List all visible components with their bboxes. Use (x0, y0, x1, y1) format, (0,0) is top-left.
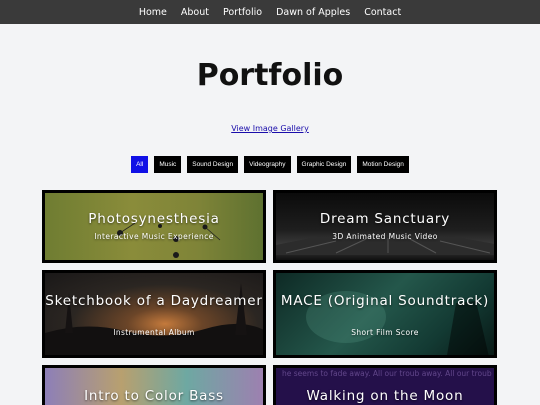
top-navbar: Home About Portfolio Dawn of Apples Cont… (0, 0, 540, 24)
filter-all-button[interactable]: All (131, 156, 149, 173)
project-card-intro-to-color-bass[interactable]: Intro to Color Bass (42, 365, 266, 405)
card-background-art (117, 222, 221, 258)
page-title: Portfolio (196, 58, 344, 93)
category-filter-bar: All Music Sound Design Videography Graph… (0, 156, 540, 173)
card-thumbnail (276, 273, 494, 355)
filter-videography-button[interactable]: Videography (244, 156, 291, 173)
card-subtitle: Short Film Score (351, 328, 419, 337)
card-background-art (276, 235, 494, 255)
card-title: Intro to Color Bass (84, 388, 224, 404)
card-title: Walking on the Moon (306, 388, 464, 404)
filter-motion-design-button[interactable]: Motion Design (357, 156, 409, 173)
card-thumbnail (45, 273, 263, 355)
card-subtitle: 3D Animated Music Video (332, 232, 438, 241)
nav-link-dawn-of-apples[interactable]: Dawn of Apples (276, 7, 350, 18)
project-card-sketchbook-of-a-daydreamer[interactable]: Sketchbook of a Daydreamer Instrumental … (42, 270, 266, 358)
project-card-dream-sanctuary[interactable]: Dream Sanctuary 3D Animated Music Video (273, 190, 497, 263)
view-image-gallery-link[interactable]: View Image Gallery (0, 124, 540, 133)
filter-sound-design-button[interactable]: Sound Design (187, 156, 239, 173)
card-background-lyrics: he seems to fade away. All our troub awa… (282, 369, 492, 378)
nav-link-about[interactable]: About (181, 7, 209, 18)
card-title: Sketchbook of a Daydreamer (45, 293, 263, 309)
project-card-walking-on-the-moon[interactable]: he seems to fade away. All our troub awa… (273, 365, 497, 405)
card-title: MACE (Original Soundtrack) (280, 293, 490, 309)
nav-link-portfolio[interactable]: Portfolio (223, 7, 262, 18)
nav-link-home[interactable]: Home (139, 7, 167, 18)
card-subtitle: Instrumental Album (113, 328, 195, 337)
card-title: Photosynesthesia (88, 211, 220, 227)
card-title: Dream Sanctuary (319, 211, 451, 227)
project-card-mace[interactable]: MACE (Original Soundtrack) Short Film Sc… (273, 270, 497, 358)
nav-link-contact[interactable]: Contact (364, 7, 401, 18)
project-card-photosynesthesia[interactable]: Photosynesthesia Interactive Music Exper… (42, 190, 266, 263)
card-background-art (306, 291, 489, 355)
card-subtitle: Interactive Music Experience (94, 232, 214, 241)
filter-music-button[interactable]: Music (154, 156, 182, 173)
filter-graphic-design-button[interactable]: Graphic Design (296, 156, 352, 173)
card-background-art (45, 283, 263, 355)
